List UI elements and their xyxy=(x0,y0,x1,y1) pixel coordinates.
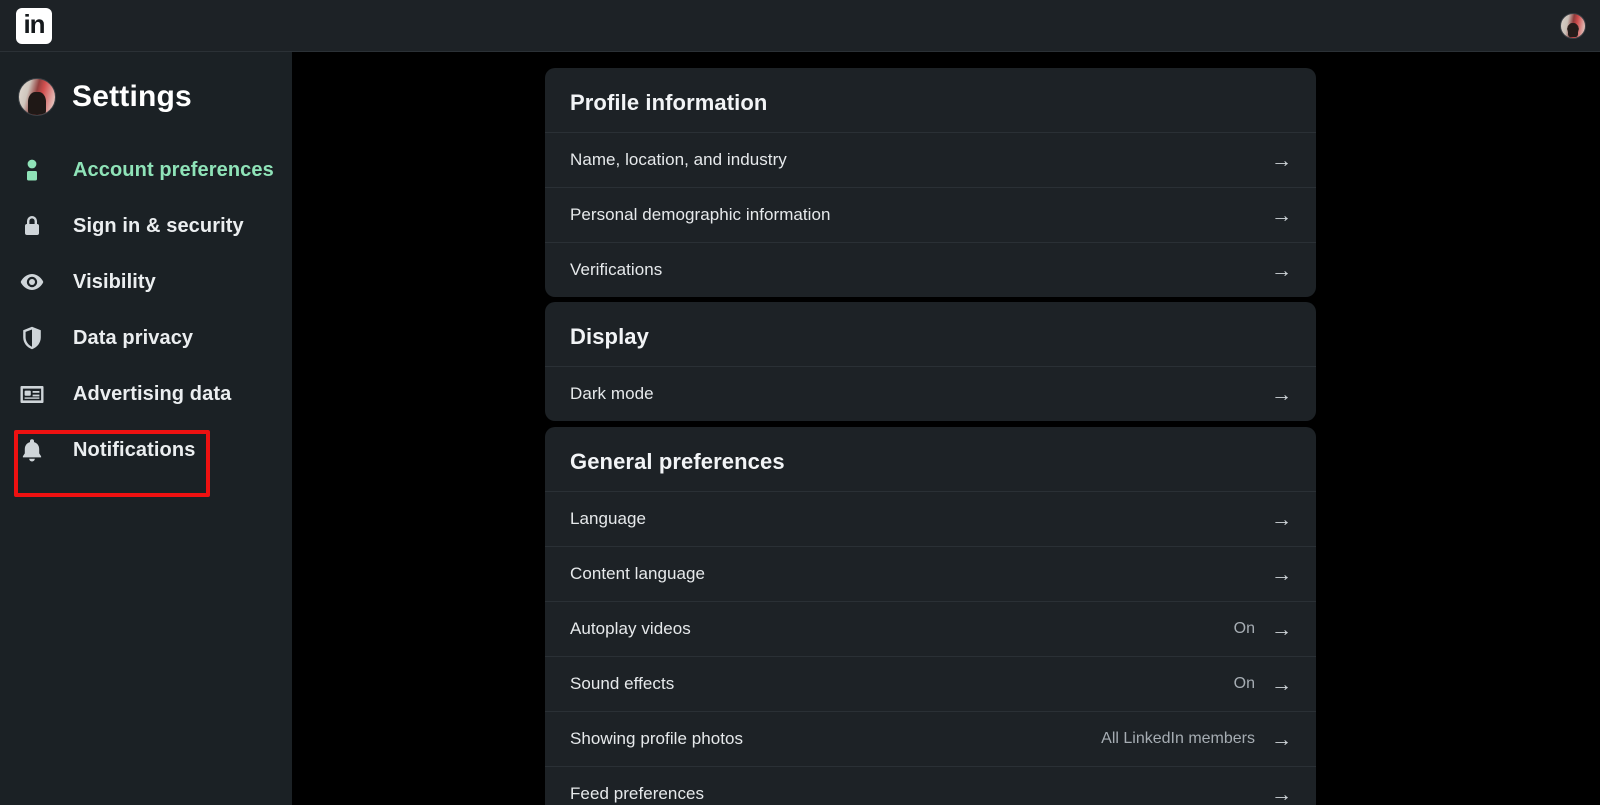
chevron-right-icon: → xyxy=(1271,562,1292,586)
person-icon xyxy=(20,158,44,182)
sidebar-item-notifications[interactable]: Notifications xyxy=(0,422,292,478)
settings-content: Profile information Name, location, and … xyxy=(292,52,1600,805)
sidebar-item-visibility[interactable]: Visibility xyxy=(0,254,292,310)
sidebar-item-label: Account preferences xyxy=(73,158,274,181)
chevron-right-icon: → xyxy=(1271,782,1292,805)
row-label: Language xyxy=(570,509,647,528)
row-label: Feed preferences xyxy=(570,784,705,803)
card-title: Display xyxy=(570,324,649,349)
row-dark-mode[interactable]: Dark mode → xyxy=(545,366,1316,421)
row-verifications[interactable]: Verifications → xyxy=(545,242,1316,297)
row-language[interactable]: Language → xyxy=(545,491,1316,546)
card-general-preferences: General preferences Language → Content l… xyxy=(545,427,1316,805)
shield-icon xyxy=(20,326,44,350)
sidebar-item-label: Advertising data xyxy=(73,382,232,405)
sidebar-item-label: Visibility xyxy=(73,270,156,293)
eye-icon xyxy=(20,270,44,294)
chevron-right-icon: → xyxy=(1271,617,1292,641)
ad-card-icon xyxy=(20,382,44,406)
chevron-right-icon: → xyxy=(1271,727,1292,751)
page-title: Settings xyxy=(72,80,192,113)
row-label: Autoplay videos xyxy=(570,619,691,638)
chevron-right-icon: → xyxy=(1271,258,1292,282)
row-name-location-industry[interactable]: Name, location, and industry → xyxy=(545,132,1316,187)
row-personal-demographic-information[interactable]: Personal demographic information → xyxy=(545,187,1316,242)
user-avatar[interactable] xyxy=(1560,12,1586,39)
chevron-right-icon: → xyxy=(1271,672,1292,696)
row-label: Showing profile photos xyxy=(570,729,744,748)
settings-header: Settings xyxy=(0,52,292,116)
chevron-right-icon: → xyxy=(1271,148,1292,172)
card-display: Display Dark mode → xyxy=(545,302,1316,421)
settings-sidebar: Settings Account preferences Sign in & s… xyxy=(0,52,292,805)
sidebar-item-label: Data privacy xyxy=(73,326,194,349)
sidebar-item-label: Sign in & security xyxy=(73,214,244,237)
row-label: Verifications xyxy=(570,260,663,279)
avatar[interactable] xyxy=(18,78,56,116)
row-value: All LinkedIn members xyxy=(1101,730,1255,747)
chevron-right-icon: → xyxy=(1271,507,1292,531)
sidebar-item-sign-in-security[interactable]: Sign in & security xyxy=(0,198,292,254)
linkedin-logo[interactable]: in xyxy=(16,7,52,44)
lock-icon xyxy=(20,214,44,238)
card-title: General preferences xyxy=(570,449,785,474)
sidebar-item-account-preferences[interactable]: Account preferences xyxy=(0,142,292,198)
row-content-language[interactable]: Content language → xyxy=(545,546,1316,601)
row-value: On xyxy=(1233,675,1255,692)
row-autoplay-videos[interactable]: Autoplay videos On → xyxy=(545,601,1316,656)
row-label: Content language xyxy=(570,564,706,583)
row-sound-effects[interactable]: Sound effects On → xyxy=(545,656,1316,711)
chevron-right-icon: → xyxy=(1271,382,1292,406)
row-value: On xyxy=(1233,620,1255,637)
card-profile-information: Profile information Name, location, and … xyxy=(545,68,1316,297)
row-showing-profile-photos[interactable]: Showing profile photos All LinkedIn memb… xyxy=(545,711,1316,766)
chevron-right-icon: → xyxy=(1271,203,1292,227)
row-feed-preferences[interactable]: Feed preferences → xyxy=(545,766,1316,805)
row-label: Personal demographic information xyxy=(570,205,831,224)
top-navigation-bar: in xyxy=(0,0,1600,52)
sidebar-item-label: Notifications xyxy=(73,438,196,461)
row-label: Dark mode xyxy=(570,384,654,403)
card-title: Profile information xyxy=(570,90,768,115)
row-label: Sound effects xyxy=(570,674,675,693)
sidebar-nav: Account preferences Sign in & security V… xyxy=(0,142,292,478)
sidebar-item-data-privacy[interactable]: Data privacy xyxy=(0,310,292,366)
row-label: Name, location, and industry xyxy=(570,150,787,169)
sidebar-item-advertising-data[interactable]: Advertising data xyxy=(0,366,292,422)
bell-icon xyxy=(20,438,44,462)
